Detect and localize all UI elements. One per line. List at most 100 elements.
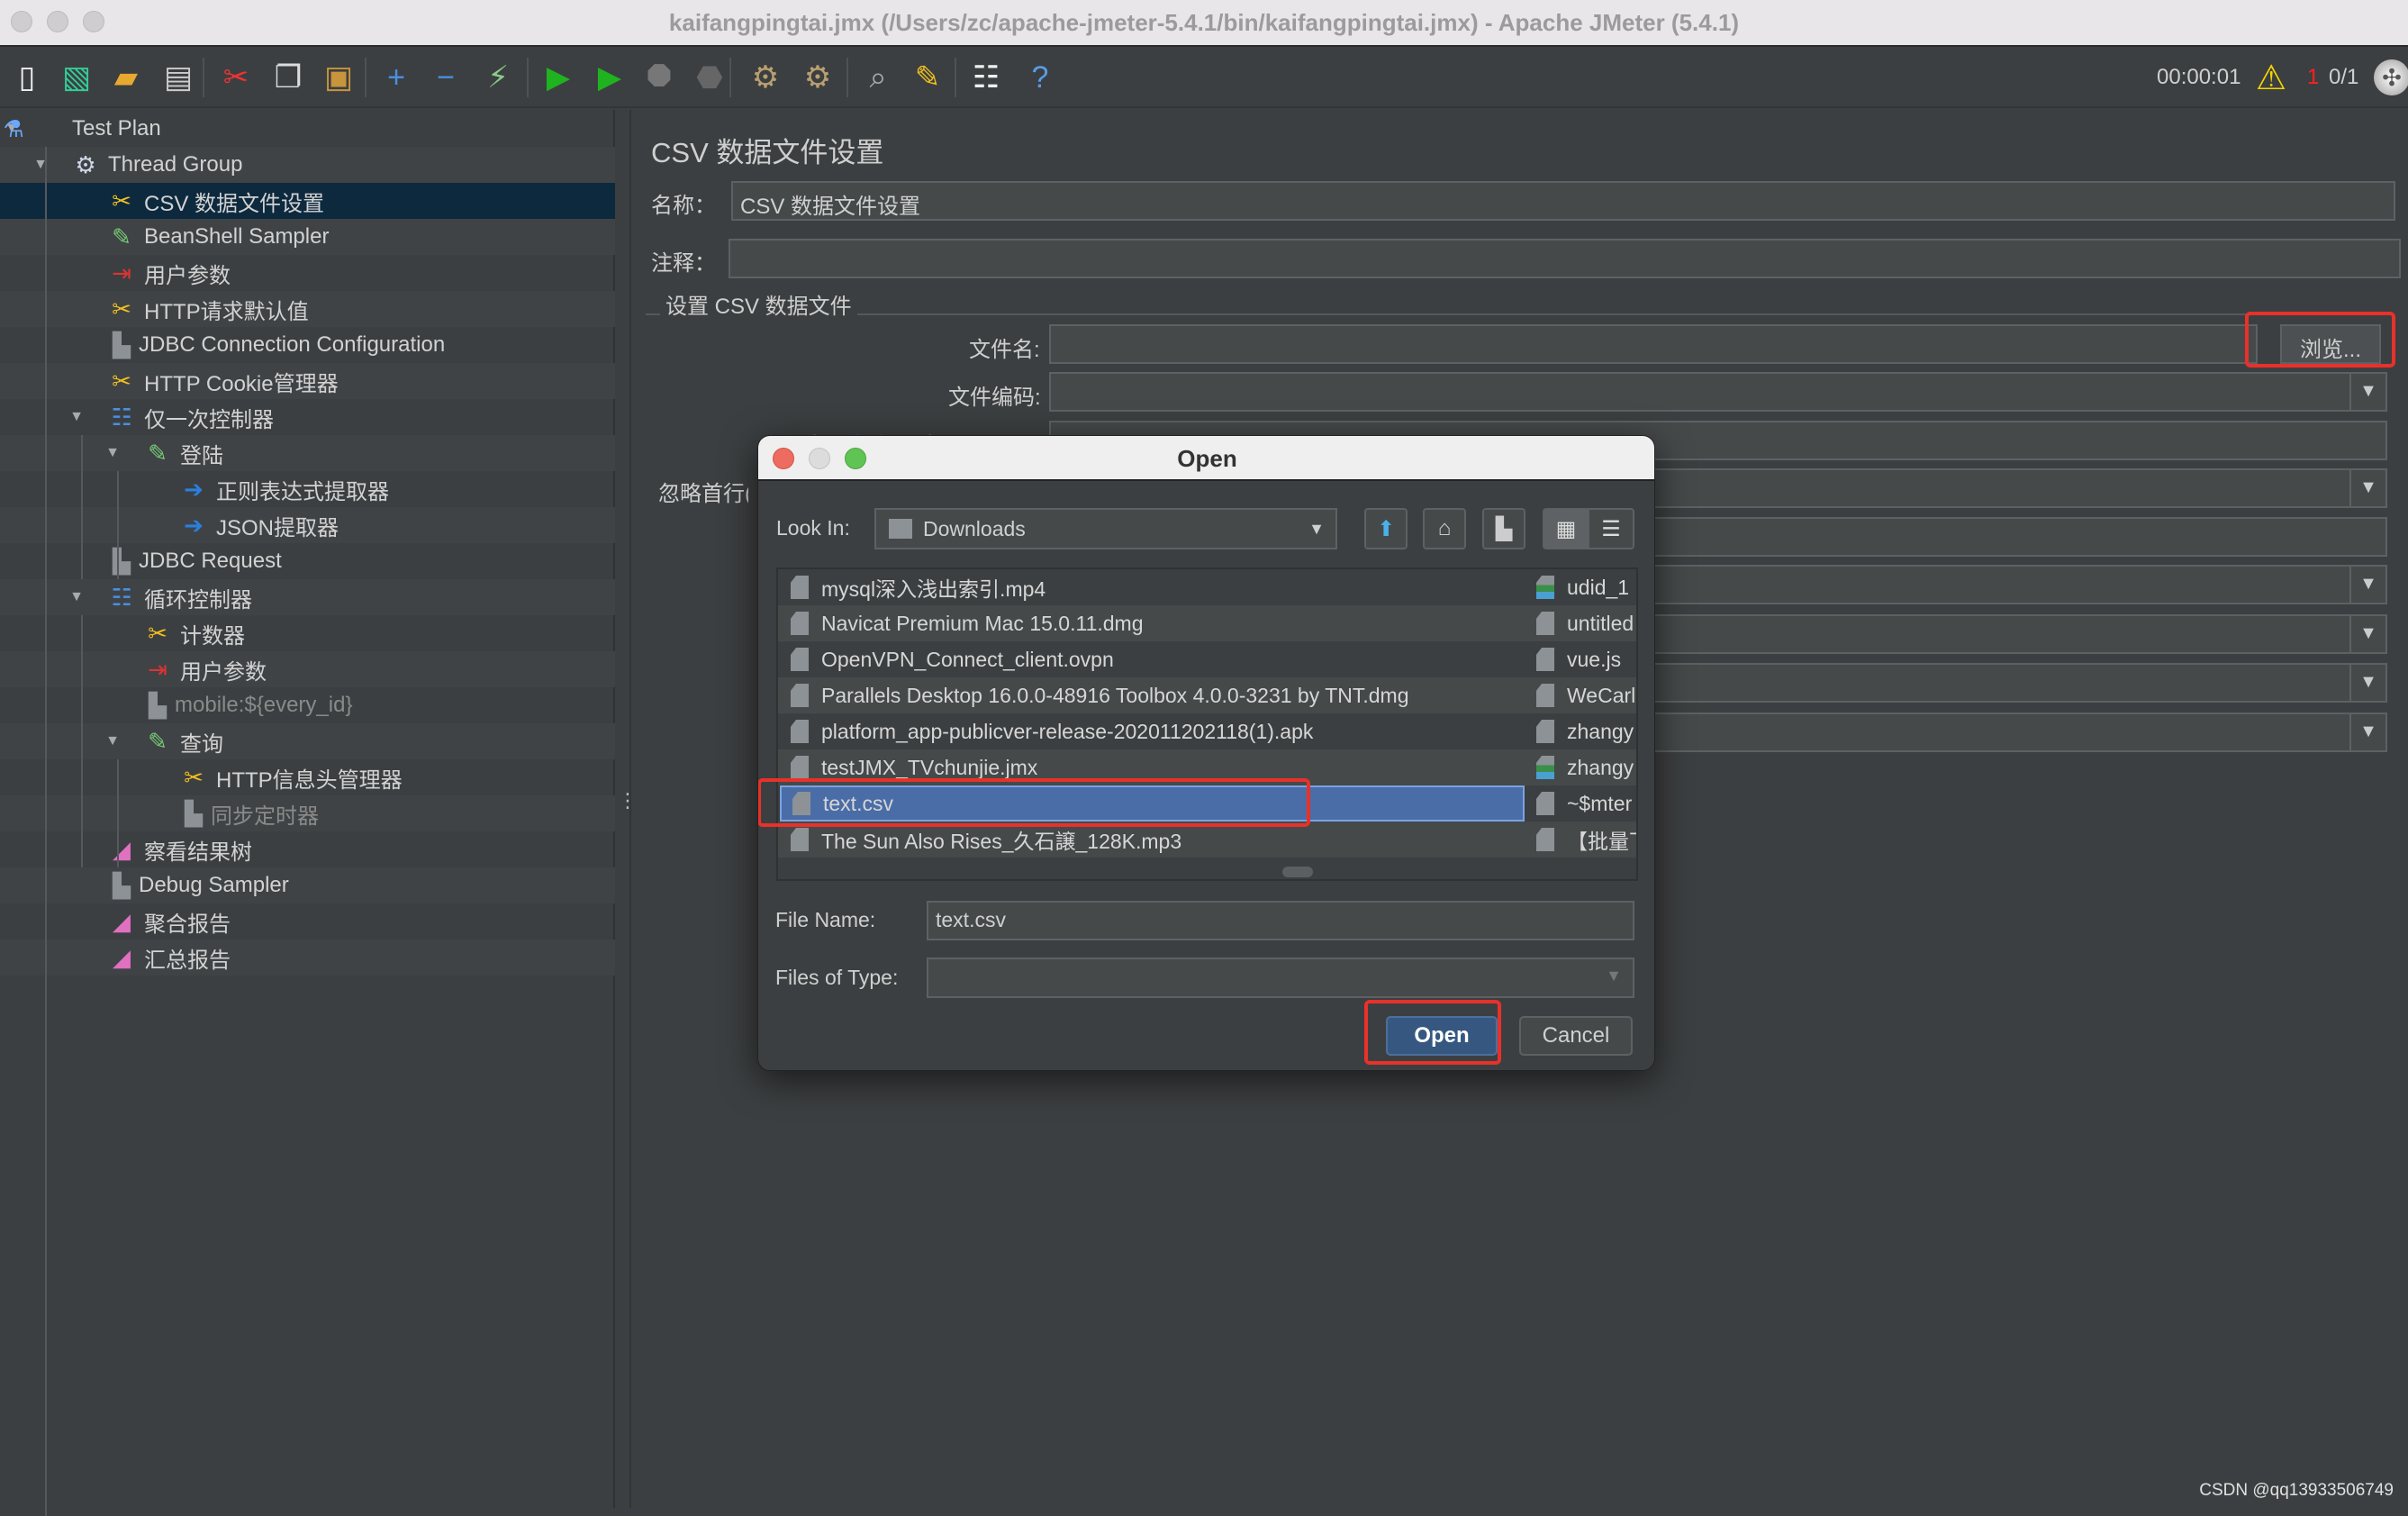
tree-item[interactable]: ✂ HTTP Cookie管理器 (0, 363, 615, 399)
tree-item[interactable]: ◢ 察看结果树 (0, 831, 615, 867)
tree-item[interactable]: ▼ ☷ 循环控制器 (0, 579, 615, 615)
file-item[interactable]: Parallels Desktop 16.0.0-48916 Toolbox 4… (780, 677, 1525, 713)
config-element-icon: ✂ (112, 367, 131, 395)
file-row[interactable]: mysql深入浅出索引.mp4 udid_1 (778, 569, 1636, 605)
collapse-icon[interactable]: − (428, 58, 464, 97)
tree-item[interactable]: ▙ 同步定时器 (0, 795, 615, 831)
tree-item[interactable]: ➔ 正则表达式提取器 (0, 471, 615, 507)
tree-item[interactable]: ▙ mobile:${every_id} (0, 687, 615, 723)
remote-icon[interactable]: ✣ (2374, 59, 2408, 95)
clear-icon[interactable]: ⚙ (747, 58, 783, 97)
tree-item[interactable]: ⇥ 用户参数 (0, 255, 615, 291)
image-file-icon (1536, 756, 1554, 779)
stop-icon[interactable]: ⯃ (641, 58, 677, 97)
expand-arrow-icon[interactable]: ▼ (68, 589, 85, 605)
chevron-down-icon[interactable]: ▼ (2349, 567, 2385, 603)
file-row[interactable]: OpenVPN_Connect_client.ovpn vue.js (778, 641, 1636, 677)
file-item[interactable]: ~$mter (1536, 785, 1636, 822)
tree-item[interactable]: ✂ CSV 数据文件设置 (0, 183, 615, 219)
expand-arrow-icon[interactable]: ▼ (104, 733, 121, 749)
file-row[interactable]: platform_app-publicver-release-202011202… (778, 713, 1636, 749)
look-in-combo[interactable]: Downloads ▼ (874, 508, 1337, 549)
open-icon[interactable]: ▰ (108, 58, 144, 97)
warning-icon[interactable]: ⚠ (2256, 58, 2286, 98)
tree-item[interactable]: ✂ HTTP请求默认值 (0, 291, 615, 327)
home-button[interactable]: ⌂ (1423, 508, 1466, 549)
file-row[interactable]: Navicat Premium Mac 15.0.11.dmg untitled (778, 605, 1636, 641)
file-item[interactable]: zhangy (1536, 749, 1636, 785)
new-folder-button[interactable]: ▙ (1482, 508, 1525, 549)
tree-item[interactable]: ✂ HTTP信息头管理器 (0, 759, 615, 795)
tree-item[interactable]: ▼ ⚙ Thread Group (0, 147, 615, 183)
tree-item[interactable]: ▼ ✎ 登陆 (0, 435, 615, 471)
expand-icon[interactable]: + (378, 58, 414, 97)
grid-icon: ▦ (1555, 516, 1577, 541)
file-item[interactable]: mysql深入浅出索引.mp4 (780, 569, 1525, 605)
file-item[interactable]: untitled (1536, 605, 1636, 641)
file-row[interactable]: The Sun Also Rises_久石譲_128K.mp3 【批量下 (778, 822, 1636, 858)
encoding-combo[interactable]: ▼ (1049, 372, 2387, 412)
chevron-down-icon[interactable]: ▼ (2349, 374, 2385, 410)
file-name-input[interactable]: text.csv (927, 901, 1634, 940)
file-name: platform_app-publicver-release-202011202… (821, 719, 1314, 743)
tree-item[interactable]: ◢ 聚合报告 (0, 903, 615, 940)
up-one-level-button[interactable]: ⬆ (1364, 508, 1408, 549)
new-icon[interactable]: ▯ (9, 58, 45, 97)
start-icon[interactable]: ▶ (540, 58, 576, 97)
cancel-button[interactable]: Cancel (1519, 1016, 1633, 1056)
tree-item[interactable]: ▼ ⚗ Test Plan (0, 111, 615, 147)
file-item[interactable]: 【批量下 (1536, 822, 1636, 858)
tree-item[interactable]: ◢ 汇总报告 (0, 940, 615, 976)
start-no-pauses-icon[interactable]: ▶ (592, 58, 628, 97)
file-item[interactable]: OpenVPN_Connect_client.ovpn (780, 641, 1525, 677)
clear-all-icon[interactable]: ⚙ (800, 58, 836, 97)
file-item[interactable]: WeCarl (1536, 677, 1636, 713)
tree-item[interactable]: ▼ ☷ 仅一次控制器 (0, 399, 615, 435)
chevron-down-icon[interactable]: ▼ (2349, 714, 2385, 750)
horizontal-scrollbar[interactable] (1282, 867, 1313, 877)
cut-icon[interactable]: ✂ (218, 58, 254, 97)
expand-arrow-icon[interactable]: ▼ (68, 409, 85, 425)
tree-item[interactable]: ▙ JDBC Connection Configuration (0, 327, 615, 363)
files-of-type-combo[interactable]: ▼ (927, 958, 1634, 998)
function-helper-icon[interactable]: ☷ (968, 58, 1004, 97)
tree-item[interactable]: ▼ ✎ 查询 (0, 723, 615, 759)
name-input[interactable]: CSV 数据文件设置 (731, 181, 2395, 221)
tree-item[interactable]: ▙ Debug Sampler (0, 867, 615, 903)
file-row[interactable]: Parallels Desktop 16.0.0-48916 Toolbox 4… (778, 677, 1636, 713)
file-item[interactable]: The Sun Also Rises_久石譲_128K.mp3 (780, 822, 1525, 858)
reset-search-icon[interactable]: ✎ (910, 58, 946, 97)
file-item[interactable]: platform_app-publicver-release-202011202… (780, 713, 1525, 749)
toolbar-separator (203, 58, 204, 97)
warning-count[interactable]: 1 (2307, 65, 2319, 90)
paste-icon[interactable]: ▣ (321, 58, 357, 97)
tree-item[interactable]: ⇥ 用户参数 (0, 651, 615, 687)
tree-item[interactable]: ▙ JDBC Request (0, 543, 615, 579)
filename-input[interactable] (1049, 324, 2258, 364)
shutdown-icon[interactable]: ⬣ (692, 58, 728, 97)
details-view-button[interactable]: ☰ (1588, 508, 1634, 549)
sampler-icon: ✎ (148, 727, 167, 755)
help-icon[interactable]: ? (1022, 58, 1058, 97)
comment-input[interactable] (729, 239, 2401, 278)
file-item[interactable]: vue.js (1536, 641, 1636, 677)
search-icon[interactable]: ⌕ (860, 58, 896, 97)
copy-icon[interactable]: ❐ (270, 58, 306, 97)
tree-item[interactable]: ✎ BeanShell Sampler (0, 219, 615, 255)
toggle-icon[interactable]: ⚡ (480, 58, 516, 97)
templates-icon[interactable]: ▧ (59, 58, 95, 97)
file-item[interactable]: zhangy (1536, 713, 1636, 749)
save-icon[interactable]: ▤ (160, 58, 196, 97)
chevron-down-icon[interactable]: ▼ (2349, 470, 2385, 506)
expand-arrow-icon[interactable]: ▼ (104, 445, 121, 461)
chevron-down-icon[interactable]: ▼ (2349, 665, 2385, 701)
chevron-down-icon[interactable]: ▼ (2349, 616, 2385, 652)
extractor-icon: ➔ (184, 475, 204, 503)
file-item[interactable]: Navicat Premium Mac 15.0.11.dmg (780, 605, 1525, 641)
group-title: 设置 CSV 数据文件 (660, 288, 857, 320)
tree-item[interactable]: ✂ 计数器 (0, 615, 615, 651)
list-view-button[interactable]: ▦ (1543, 508, 1589, 549)
file-list[interactable]: mysql深入浅出索引.mp4 udid_1 Navicat Premium Mac… (776, 567, 1638, 881)
file-item[interactable]: udid_1 (1536, 569, 1636, 605)
tree-item[interactable]: ➔ JSON提取器 (0, 507, 615, 543)
